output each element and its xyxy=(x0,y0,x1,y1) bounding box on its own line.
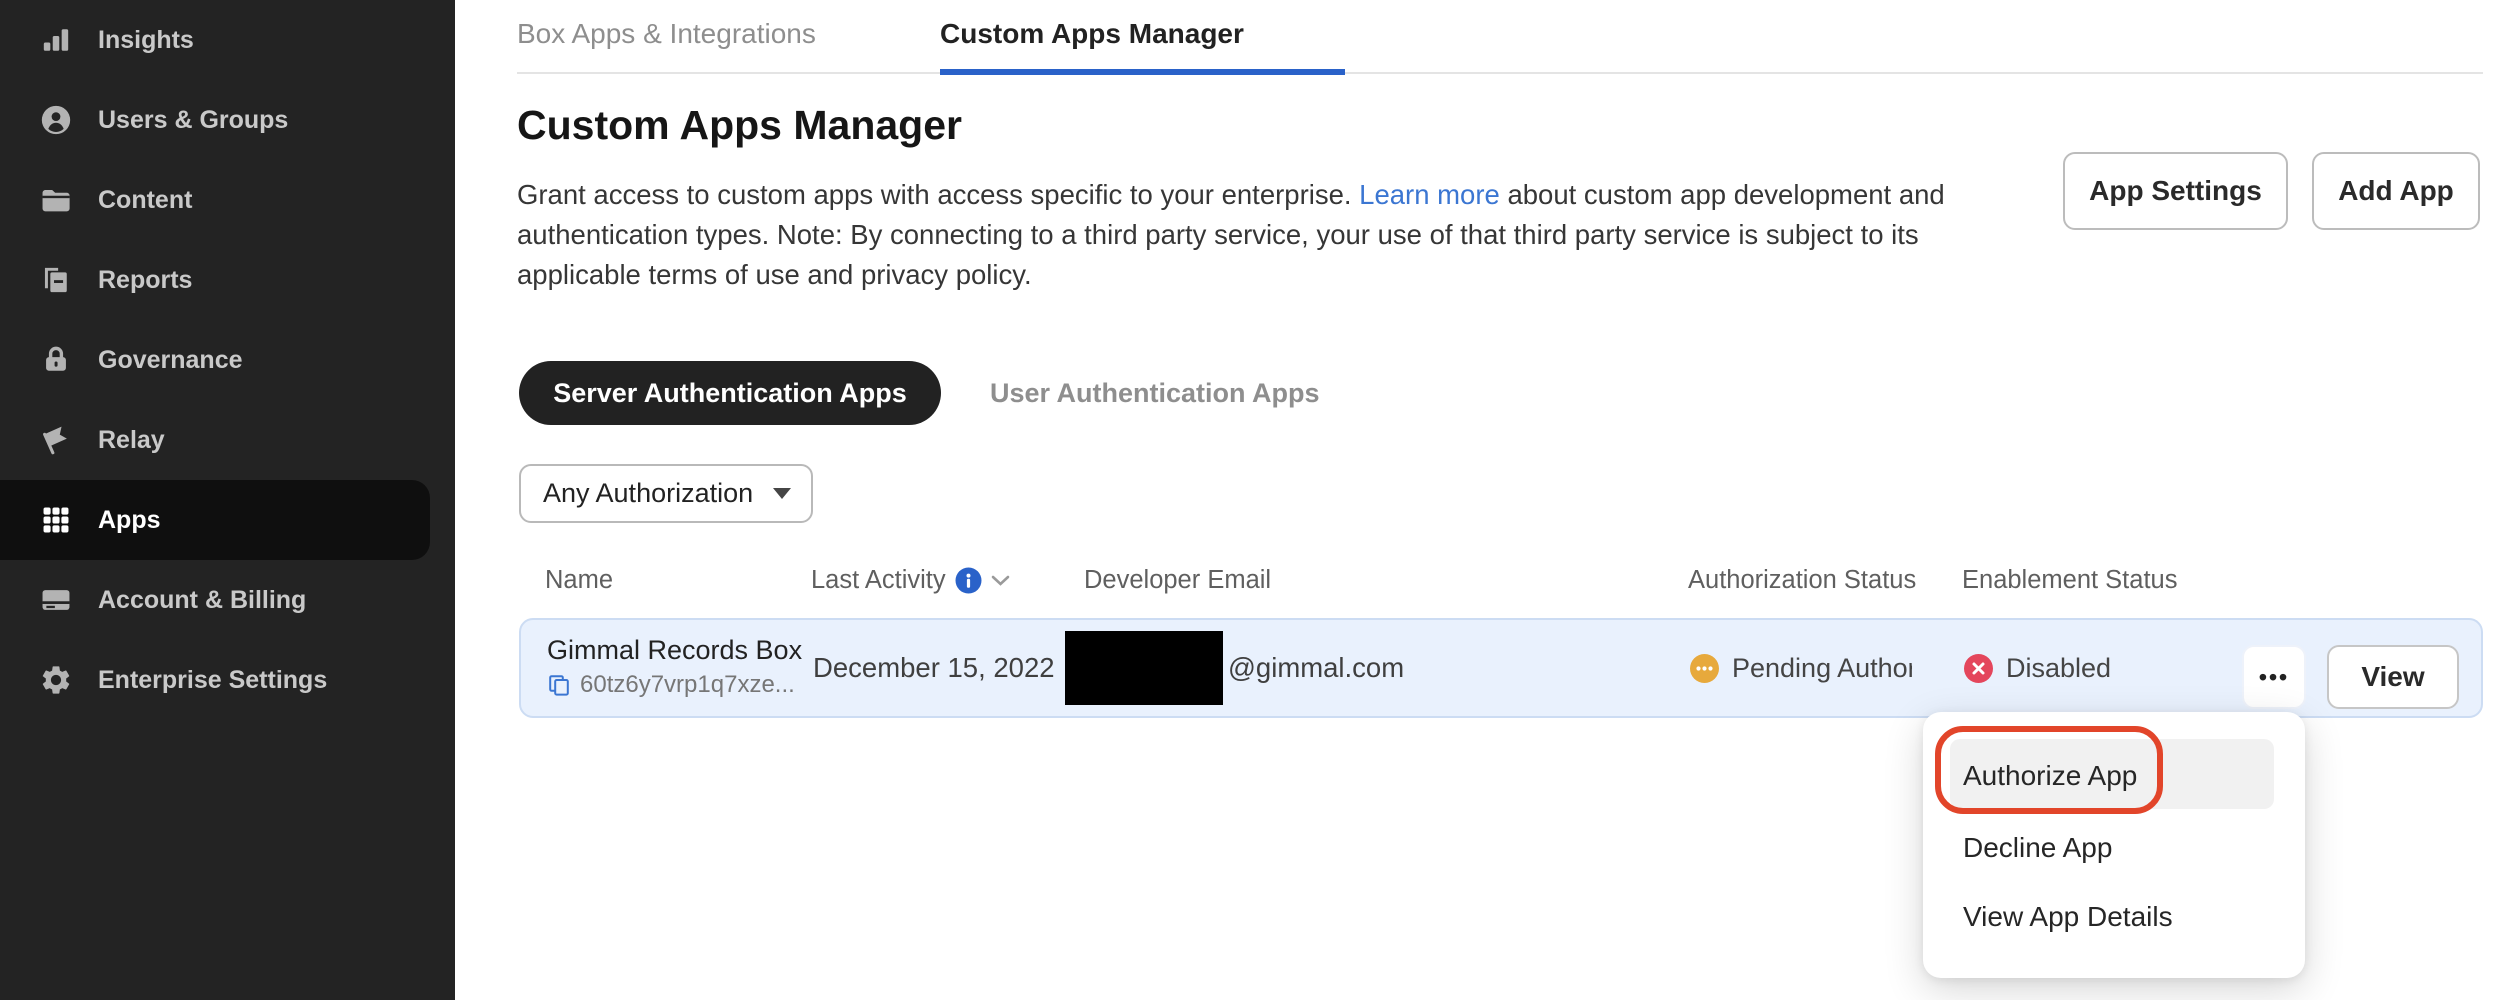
sidebar-item-users-groups[interactable]: Users & Groups xyxy=(0,80,455,160)
sidebar-item-enterprise-settings[interactable]: Enterprise Settings xyxy=(0,640,455,720)
sidebar-item-content[interactable]: Content xyxy=(0,160,455,240)
email-domain: @gimmal.com xyxy=(1228,652,1404,684)
enablement-status-cell: Disabled xyxy=(1964,620,2111,716)
sidebar-item-reports[interactable]: Reports xyxy=(0,240,455,320)
menu-item-view-app-details[interactable]: View App Details xyxy=(1963,901,2173,933)
description-text: Grant access to custom apps with access … xyxy=(517,179,1359,210)
folder-icon xyxy=(38,182,74,218)
column-header-name: Name xyxy=(545,566,613,595)
sidebar-item-account-billing[interactable]: Account & Billing xyxy=(0,560,455,640)
sidebar-item-apps[interactable]: Apps xyxy=(0,480,430,560)
copy-icon[interactable] xyxy=(547,673,571,697)
sidebar-item-relay[interactable]: Relay xyxy=(0,400,455,480)
app-id: 60tz6y7vrp1q7xze... xyxy=(580,671,795,699)
table-row: Gimmal Records Box 60tz6y7vrp1q7xze... D… xyxy=(519,618,2483,718)
column-header-last-activity: Last Activity xyxy=(811,566,1010,595)
tab-user-authentication-apps[interactable]: User Authentication Apps xyxy=(990,361,1320,425)
sort-chevron-down-icon[interactable] xyxy=(991,574,1010,587)
status-text: Pending Authorization xyxy=(1732,653,1912,684)
developer-email-cell: @gimmal.com xyxy=(1065,620,1404,716)
disabled-icon xyxy=(1964,654,1993,683)
sidebar-item-label: Relay xyxy=(98,426,165,455)
add-app-button[interactable]: Add App xyxy=(2312,152,2480,230)
lock-icon xyxy=(38,342,74,378)
app-settings-button[interactable]: App Settings xyxy=(2063,152,2288,230)
redacted-email-block xyxy=(1065,631,1223,705)
column-header-developer-email: Developer Email xyxy=(1084,566,1271,595)
sidebar-item-label: Enterprise Settings xyxy=(98,666,327,695)
info-icon[interactable] xyxy=(955,567,982,594)
box-admin-console: Insights Users & Groups Content Reports xyxy=(0,0,2506,1000)
bar-chart-icon xyxy=(38,22,74,58)
tab-box-apps-integrations[interactable]: Box Apps & Integrations xyxy=(517,18,816,50)
sidebar-item-label: Users & Groups xyxy=(98,106,288,135)
gear-icon xyxy=(38,662,74,698)
sidebar-item-label: Governance xyxy=(98,346,243,375)
app-name: Gimmal Records Box xyxy=(547,635,802,665)
column-header-label: Last Activity xyxy=(811,566,946,595)
sidebar-item-label: Apps xyxy=(98,506,161,535)
sidebar-item-label: Insights xyxy=(98,26,194,55)
chevron-down-icon xyxy=(773,488,791,499)
tabbar-divider xyxy=(517,72,2483,74)
reports-icon xyxy=(38,262,74,298)
column-header-enablement-status: Enablement Status xyxy=(1962,566,2177,595)
page-title: Custom Apps Manager xyxy=(517,102,962,149)
menu-item-authorize-app[interactable]: Authorize App xyxy=(1963,760,2137,792)
users-icon xyxy=(38,102,74,138)
page-description: Grant access to custom apps with access … xyxy=(517,175,1975,295)
row-more-actions-button[interactable]: ••• xyxy=(2242,645,2306,709)
sidebar-item-label: Content xyxy=(98,186,192,215)
learn-more-link[interactable]: Learn more xyxy=(1359,179,1500,210)
tab-server-authentication-apps[interactable]: Server Authentication Apps xyxy=(519,361,941,425)
authorization-status-cell: Pending Authorization xyxy=(1690,620,1912,716)
authorization-filter-dropdown[interactable]: Any Authorization xyxy=(519,464,813,523)
menu-item-decline-app[interactable]: Decline App xyxy=(1963,832,2112,864)
sidebar-item-label: Reports xyxy=(98,266,192,295)
app-name-cell: Gimmal Records Box 60tz6y7vrp1q7xze... xyxy=(547,635,802,699)
grid-icon xyxy=(38,502,74,538)
credit-card-icon xyxy=(38,582,74,618)
sidebar-item-insights[interactable]: Insights xyxy=(0,0,455,80)
flag-icon xyxy=(38,422,74,458)
dropdown-value: Any Authorization xyxy=(543,478,753,509)
tab-custom-apps-manager[interactable]: Custom Apps Manager xyxy=(940,18,1244,50)
row-actions-context-menu: Authorize App Decline App View App Detai… xyxy=(1923,712,2305,978)
sidebar: Insights Users & Groups Content Reports xyxy=(0,0,455,1000)
status-text: Disabled xyxy=(2006,653,2111,684)
pending-icon xyxy=(1690,654,1719,683)
sidebar-item-label: Account & Billing xyxy=(98,586,306,615)
column-header-authorization-status: Authorization Status xyxy=(1688,566,1916,595)
row-view-button[interactable]: View xyxy=(2327,645,2459,709)
active-tab-underline xyxy=(940,69,1345,75)
sidebar-item-governance[interactable]: Governance xyxy=(0,320,455,400)
last-activity-cell: December 15, 2022 xyxy=(813,620,1055,716)
